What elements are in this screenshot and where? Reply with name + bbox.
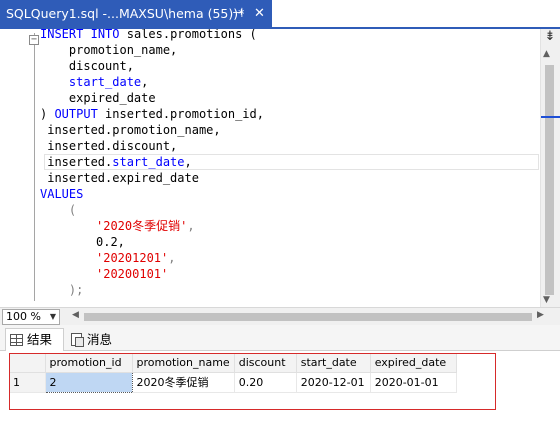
sql-editor[interactable]: − INSERT INTO sales.promotions ( promoti… [0,29,560,307]
code-line: start_date, [68,75,149,89]
vertical-scroll-thumb[interactable] [545,65,554,295]
code-line: inserted.discount, [40,139,178,153]
code-line: promotion_name, [40,43,178,57]
pin-icon[interactable]: ⊣ [232,0,243,27]
code-line: expired_date [40,91,156,105]
code-line: '20200101' [96,267,169,281]
scroll-up-icon[interactable]: ▲ [543,49,550,59]
horizontal-scroll-thumb[interactable] [84,313,532,321]
split-editor-icon[interactable]: ⇟ [542,29,558,45]
code-line: ); [40,283,84,297]
code-line: VALUES [40,187,84,201]
tab-results-label: 结果 [27,332,53,347]
tab-messages[interactable]: 消息 [66,328,122,351]
code-line: ) OUTPUT inserted.promotion_id, [40,107,264,121]
code-line: INSERT INTO sales.promotions ( [40,29,257,41]
outline-line [34,33,35,301]
scroll-down-icon[interactable]: ▼ [543,295,550,305]
collapse-icon[interactable]: − [29,35,39,45]
zoom-bar: 100 % ▼ ◀ ▶ [0,307,560,325]
results-grid-icon [10,334,23,346]
code-line: '20201201', [96,251,176,265]
editor-gutter [0,29,36,307]
scroll-right-icon[interactable]: ▶ [537,310,544,320]
document-tab-strip: SQLQuery1.sql -...MAXSU\hema (55))* ⊣ ✕ [0,0,560,27]
code-line: inserted.expired_date [40,171,199,185]
code-line: '2020冬季促销', [96,219,195,233]
code-line: ( [40,203,77,217]
code-line: discount, [40,59,134,73]
tab-messages-label: 消息 [87,331,113,347]
results-tab-strip: 结果 消息 [0,325,560,351]
chevron-down-icon[interactable]: ▼ [50,310,56,324]
messages-icon [70,333,84,347]
code-area[interactable]: INSERT INTO sales.promotions ( promotion… [40,29,536,307]
close-icon[interactable]: ✕ [254,0,265,27]
annotation-highlight-box [9,353,496,410]
code-line: 0.2, [96,235,125,249]
zoom-value: 100 % [6,310,41,323]
document-tab-title: SQLQuery1.sql -...MAXSU\hema (55))* [6,6,245,21]
scroll-position-marker [541,116,560,118]
code-line: inserted.start_date, [40,155,192,169]
tab-results[interactable]: 结果 [5,328,64,351]
scroll-left-icon[interactable]: ◀ [72,310,79,320]
code-line: inserted.promotion_name, [40,123,221,137]
document-tab[interactable]: SQLQuery1.sql -...MAXSU\hema (55))* ⊣ ✕ [0,0,272,27]
zoom-select[interactable]: 100 % ▼ [2,309,60,325]
